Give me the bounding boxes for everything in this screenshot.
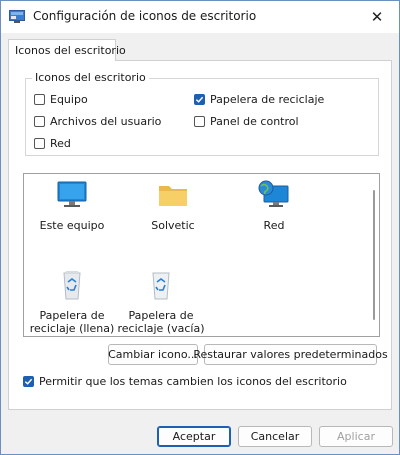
accept-button[interactable]: Aceptar — [157, 426, 231, 447]
network-globe-icon — [258, 180, 289, 207]
checkbox-equipo[interactable]: Equipo — [34, 93, 88, 106]
checkbox-label: Equipo — [50, 93, 88, 106]
checkbox-box-checked[interactable] — [194, 94, 205, 105]
checkbox-box[interactable] — [34, 94, 45, 105]
desktop-settings-icon — [9, 10, 25, 23]
checkbox-box[interactable] — [194, 116, 205, 127]
monitor-icon — [57, 181, 87, 207]
cancel-button[interactable]: Cancelar — [238, 426, 312, 447]
desktop-icon-list[interactable]: Este equipo Solvetic Red Papelera de rec… — [23, 173, 380, 337]
list-item-solvetic[interactable]: Solvetic — [128, 180, 218, 232]
window-title: Configuración de iconos de escritorio — [33, 9, 257, 23]
apply-button[interactable]: Aplicar — [319, 426, 393, 447]
item-label: Solvetic — [151, 219, 195, 232]
item-label: Este equipo — [39, 219, 105, 232]
list-item-papelera-vacia[interactable]: Papelera de reciclaje (vacía) — [116, 270, 206, 335]
item-label: Papelera de reciclaje (llena) — [29, 309, 115, 335]
tab-panel: Iconos del escritorio Equipo Papelera de… — [8, 60, 392, 410]
groupbox-title: Iconos del escritorio — [32, 71, 149, 84]
allow-themes-checkbox[interactable]: Permitir que los temas cambien los icono… — [23, 375, 347, 388]
close-icon: ✕ — [370, 8, 384, 26]
checkbox-label: Papelera de reciclaje — [210, 93, 325, 106]
checkmark-icon — [195, 96, 204, 103]
list-scrollbar[interactable] — [373, 190, 375, 320]
tab-desktop-icons[interactable]: Iconos del escritorio — [8, 39, 126, 61]
checkbox-label: Permitir que los temas cambien los icono… — [39, 375, 347, 388]
list-item-papelera-llena[interactable]: Papelera de reciclaje (llena) — [27, 270, 117, 335]
checkbox-archivos-usuario[interactable]: Archivos del usuario — [34, 115, 161, 128]
desktop-icons-groupbox: Iconos del escritorio Equipo Papelera de… — [25, 71, 379, 156]
recycle-bin-empty-icon — [152, 272, 170, 300]
item-label: Red — [263, 219, 285, 232]
title-bar: Configuración de iconos de escritorio ✕ — [1, 1, 399, 33]
checkbox-box-checked[interactable] — [23, 376, 34, 387]
checkbox-panel-control[interactable]: Panel de control — [194, 115, 299, 128]
change-icon-button[interactable]: Cambiar icono... — [108, 344, 198, 365]
checkbox-box[interactable] — [34, 138, 45, 149]
desktop-icon-settings-dialog: Configuración de iconos de escritorio ✕ … — [0, 0, 400, 455]
checkbox-papelera[interactable]: Papelera de reciclaje — [194, 93, 324, 106]
checkbox-red[interactable]: Red — [34, 137, 71, 150]
checkbox-label: Red — [50, 137, 71, 150]
checkbox-label: Archivos del usuario — [50, 115, 162, 128]
checkbox-label: Panel de control — [210, 115, 299, 128]
checkmark-icon — [24, 378, 33, 385]
list-item-red[interactable]: Red — [229, 180, 319, 232]
restore-defaults-button[interactable]: Restaurar valores predeterminados — [193, 344, 388, 365]
item-label: Papelera de reciclaje (vacía) — [117, 309, 205, 335]
checkbox-box[interactable] — [34, 116, 45, 127]
close-button[interactable]: ✕ — [363, 5, 391, 29]
recycle-bin-full-icon — [63, 271, 81, 300]
list-item-este-equipo[interactable]: Este equipo — [27, 180, 117, 232]
folder-icon — [159, 186, 187, 206]
